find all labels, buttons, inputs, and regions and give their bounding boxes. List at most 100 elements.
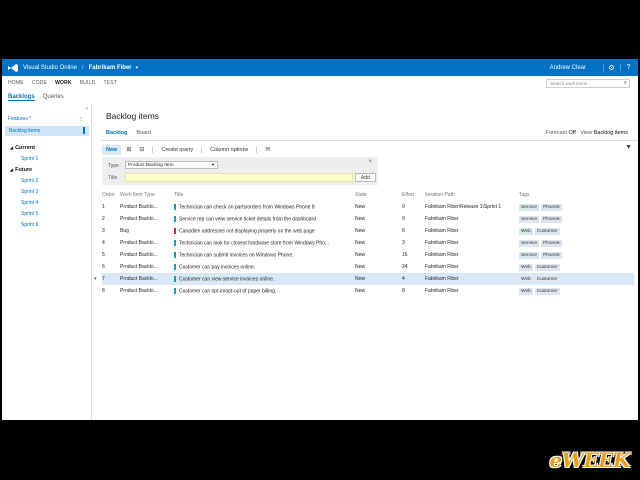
sidebar-item-sprint-1[interactable]: Sprint 1 bbox=[21, 156, 38, 162]
column-header-type[interactable]: Work Item Type bbox=[120, 192, 168, 198]
cell-title[interactable]: Technician can submit invoices on Window… bbox=[174, 252, 352, 258]
hub-build[interactable]: BUILD bbox=[80, 80, 96, 86]
hub-work[interactable]: WORK bbox=[55, 80, 72, 86]
collapse-all-icon[interactable]: ⊟ bbox=[139, 146, 144, 153]
column-options-button[interactable]: Column options bbox=[210, 146, 258, 153]
tag-badge[interactable]: Service bbox=[519, 252, 539, 259]
table-row[interactable]: 2 Product Backlo... Service rep can veiw s… bbox=[102, 213, 634, 225]
expand-triangle-icon[interactable]: ◢ bbox=[10, 145, 13, 150]
new-button[interactable]: New bbox=[102, 144, 122, 155]
title-text[interactable]: Canadien addresses not displaying proper… bbox=[179, 228, 315, 234]
brand-name[interactable]: Visual Studio Online bbox=[23, 65, 77, 71]
collapse-sidebar-icon[interactable]: ‹ bbox=[86, 106, 88, 112]
tag-badge[interactable]: Service bbox=[519, 240, 539, 247]
group-label: Future bbox=[15, 167, 33, 173]
tag-badge[interactable]: Web bbox=[519, 276, 533, 283]
tag-badge[interactable]: Service bbox=[519, 204, 539, 211]
table-row[interactable]: 5 Product Backlo... Technician can submit … bbox=[102, 249, 634, 261]
column-header-state[interactable]: State bbox=[355, 192, 395, 198]
cell-title[interactable]: Service rep can veiw service ticket deta… bbox=[174, 216, 352, 222]
hub-code[interactable]: CODE bbox=[32, 80, 47, 86]
cell-title[interactable]: Technician can check on parts/orders fro… bbox=[174, 204, 352, 210]
view-selector[interactable]: Backlog items bbox=[594, 130, 628, 136]
column-header-effort[interactable]: Effort bbox=[402, 192, 422, 198]
sidebar-item-sprint-2[interactable]: Sprint 2 bbox=[21, 178, 38, 184]
tag-badge[interactable]: Phone8 bbox=[541, 216, 562, 223]
cell-title[interactable]: Customer can view service invoices onlin… bbox=[174, 276, 352, 282]
email-icon[interactable]: ✉ bbox=[265, 146, 270, 153]
forecast-toggle[interactable]: Off bbox=[569, 130, 576, 136]
search-icon[interactable]: ⌕ bbox=[624, 80, 627, 87]
user-name[interactable]: Andrew Clear bbox=[550, 65, 586, 71]
hub-nav: HOME CODE WORK BUILD TEST Search work it… bbox=[2, 76, 638, 90]
title-text[interactable]: Customer can pay invoices online. bbox=[179, 264, 255, 270]
project-name[interactable]: Fabrikam Fiber bbox=[89, 65, 132, 71]
hub-test[interactable]: TEST bbox=[103, 80, 117, 86]
filter-icon[interactable]: ▼ bbox=[625, 144, 632, 151]
tag-badge[interactable]: Customer bbox=[534, 276, 560, 283]
cell-type: Product Backlo... bbox=[120, 264, 158, 270]
cell-title[interactable]: Canadien addresses not displaying proper… bbox=[174, 228, 352, 234]
title-input[interactable] bbox=[125, 173, 353, 182]
tab-board[interactable]: Board bbox=[136, 130, 151, 136]
title-text[interactable]: Technician can look for closest hardware… bbox=[179, 240, 329, 246]
sidebar-item-sprint-4[interactable]: Sprint 4 bbox=[21, 200, 38, 206]
table-row[interactable]: 8 Product Backlo... Customer can opt-in/op… bbox=[102, 285, 634, 297]
create-query-button[interactable]: Create query bbox=[152, 146, 203, 153]
work-item-type-select[interactable]: Product Backlog Item ▼ bbox=[125, 161, 218, 169]
title-text[interactable]: Customer can view service invoices onlin… bbox=[179, 276, 274, 282]
title-text[interactable]: Technician can submit invoices on Window… bbox=[179, 252, 294, 258]
cell-tags: Web Customer bbox=[519, 264, 629, 271]
cell-title[interactable]: Customer can opt-in/opt-out of paper bil… bbox=[174, 288, 352, 294]
close-icon[interactable]: × bbox=[368, 159, 372, 165]
sidebar-item-sprint-6[interactable]: Sprint 6 bbox=[21, 222, 38, 228]
cell-title[interactable]: Customer can pay invoices online. bbox=[174, 264, 352, 270]
title-text[interactable]: Customer can opt-in/opt-out of paper bil… bbox=[179, 288, 276, 294]
add-button[interactable]: Add bbox=[355, 173, 376, 182]
sidebar-item-sprint-3[interactable]: Sprint 3 bbox=[21, 189, 38, 195]
column-header-title[interactable]: Title bbox=[174, 192, 352, 198]
work-item-color-stripe bbox=[174, 204, 176, 210]
sidebar-item-features[interactable]: Features * bbox=[8, 116, 31, 122]
tag-badge[interactable]: Customer bbox=[534, 264, 560, 271]
settings-gear-icon[interactable]: ⚙ bbox=[603, 63, 615, 72]
tag-badge[interactable]: Customer bbox=[534, 228, 560, 235]
tag-badge[interactable]: Phone8 bbox=[541, 252, 562, 259]
tag-badge[interactable]: Customer bbox=[534, 288, 560, 295]
table-row[interactable]: 6 Product Backlo... Customer can pay invoi… bbox=[102, 261, 634, 273]
hub-home[interactable]: HOME bbox=[8, 80, 24, 86]
tag-badge[interactable]: Phone8 bbox=[541, 204, 562, 211]
table-row[interactable]: 4 Product Backlo... Technician can look fo… bbox=[102, 237, 634, 249]
table-row[interactable]: 1 Product Backlo... Technician can check o… bbox=[102, 201, 634, 213]
sidebar-item-backlog-items[interactable]: Backlog items bbox=[5, 126, 89, 136]
project-dropdown-icon[interactable]: ▾ bbox=[136, 65, 139, 71]
visual-studio-logo-icon[interactable] bbox=[8, 63, 18, 72]
tab-backlogs[interactable]: Backlogs bbox=[8, 94, 35, 101]
tag-badge[interactable]: Phone8 bbox=[541, 240, 562, 247]
cell-title[interactable]: Technician can look for closest hardware… bbox=[174, 240, 352, 246]
tab-backlog[interactable]: Backlog bbox=[106, 130, 127, 136]
help-icon[interactable]: ? bbox=[620, 64, 632, 71]
tag-badge[interactable]: Service bbox=[519, 216, 539, 223]
tag-badge[interactable]: Web bbox=[519, 228, 533, 235]
row-context-menu-icon[interactable]: ▾ bbox=[94, 276, 100, 282]
column-header-iteration-path[interactable]: Iteration Path bbox=[425, 192, 520, 198]
sidebar-group-future[interactable]: ◢ Future bbox=[10, 167, 32, 173]
search-input[interactable]: Search work items ⌕ bbox=[546, 79, 630, 88]
title-text[interactable]: Technician can check on parts/orders fro… bbox=[179, 204, 315, 210]
table-row[interactable]: ▾ 7 Product Backlo... Customer can view ser… bbox=[94, 273, 634, 285]
column-header-order[interactable]: Order bbox=[102, 192, 118, 198]
expand-triangle-icon[interactable]: ◢ bbox=[10, 167, 13, 172]
page-title: Backlog items bbox=[106, 111, 159, 121]
sidebar-item-sprint-5[interactable]: Sprint 5 bbox=[21, 211, 38, 217]
expand-all-icon[interactable]: ⊞ bbox=[126, 146, 131, 153]
table-row[interactable]: 3 Bug Canadien addresses not displaying pr… bbox=[102, 225, 634, 237]
title-text[interactable]: Service rep can veiw service ticket deta… bbox=[179, 216, 316, 222]
tag-badge[interactable]: Web bbox=[519, 288, 533, 295]
tag-badge[interactable]: Web bbox=[519, 264, 533, 271]
column-header-tags[interactable]: Tags bbox=[519, 192, 629, 198]
cell-state: New bbox=[355, 276, 366, 282]
tab-queries[interactable]: Queries bbox=[43, 94, 64, 100]
sidebar-group-current[interactable]: ◢ Current bbox=[10, 145, 35, 151]
features-drag-handle-icon[interactable]: ⁝ bbox=[80, 116, 82, 123]
